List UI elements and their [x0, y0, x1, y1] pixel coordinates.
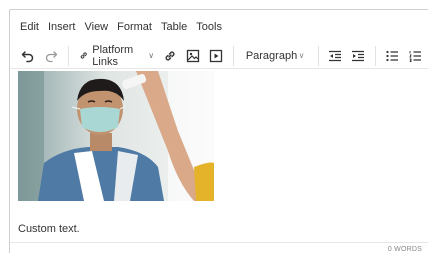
menu-table[interactable]: Table	[161, 21, 187, 33]
media-icon	[209, 49, 223, 62]
indent-icon	[352, 50, 365, 61]
menu-edit[interactable]: Edit	[20, 21, 39, 33]
menu-tools[interactable]: Tools	[196, 21, 222, 33]
bullet-list-button[interactable]	[382, 45, 402, 67]
toolbar-divider	[233, 45, 234, 66]
redo-button[interactable]	[41, 45, 61, 67]
insert-media-button[interactable]	[206, 45, 226, 67]
numbered-list-button[interactable]	[405, 45, 425, 67]
insert-image-button[interactable]	[183, 45, 203, 67]
photo-illustration	[18, 71, 214, 201]
outdent-button[interactable]	[325, 45, 345, 67]
toolbar-divider	[318, 45, 320, 66]
link-icon	[80, 52, 87, 59]
statusbar: 0 WORDS	[10, 242, 428, 253]
word-count: 0 WORDS	[387, 246, 422, 253]
rich-text-editor: Edit Insert View Format Table Tools Plat…	[9, 9, 428, 253]
editor-content-area[interactable]: Custom text.	[10, 69, 428, 253]
redo-icon	[45, 50, 58, 62]
platform-links-dropdown[interactable]: Platform Links ∨	[79, 44, 154, 68]
toolbar: Platform Links ∨ Paragraph ∨	[10, 43, 428, 69]
chevron-down-icon: ∨	[148, 51, 155, 60]
undo-icon	[21, 50, 34, 62]
menubar: Edit Insert View Format Table Tools	[10, 10, 428, 43]
block-format-select[interactable]: Paragraph ∨	[240, 45, 309, 67]
inserted-photo[interactable]	[18, 71, 214, 201]
insert-link-button[interactable]	[160, 45, 180, 67]
toolbar-divider	[375, 45, 376, 66]
menu-view[interactable]: View	[84, 21, 108, 33]
toolbar-divider	[68, 45, 69, 66]
undo-button[interactable]	[18, 45, 38, 67]
menu-format[interactable]: Format	[117, 21, 152, 33]
block-format-value: Paragraph	[245, 49, 298, 62]
indent-button[interactable]	[348, 45, 368, 67]
outdent-icon	[329, 50, 342, 61]
platform-links-label: Platform Links	[92, 43, 134, 68]
link-icon	[165, 50, 175, 61]
body-paragraph[interactable]: Custom text.	[18, 223, 80, 235]
image-icon	[186, 49, 200, 62]
menu-insert[interactable]: Insert	[48, 21, 76, 33]
chevron-down-icon: ∨	[298, 51, 305, 60]
bullet-list-icon	[386, 50, 398, 61]
numbered-list-icon	[409, 50, 421, 62]
